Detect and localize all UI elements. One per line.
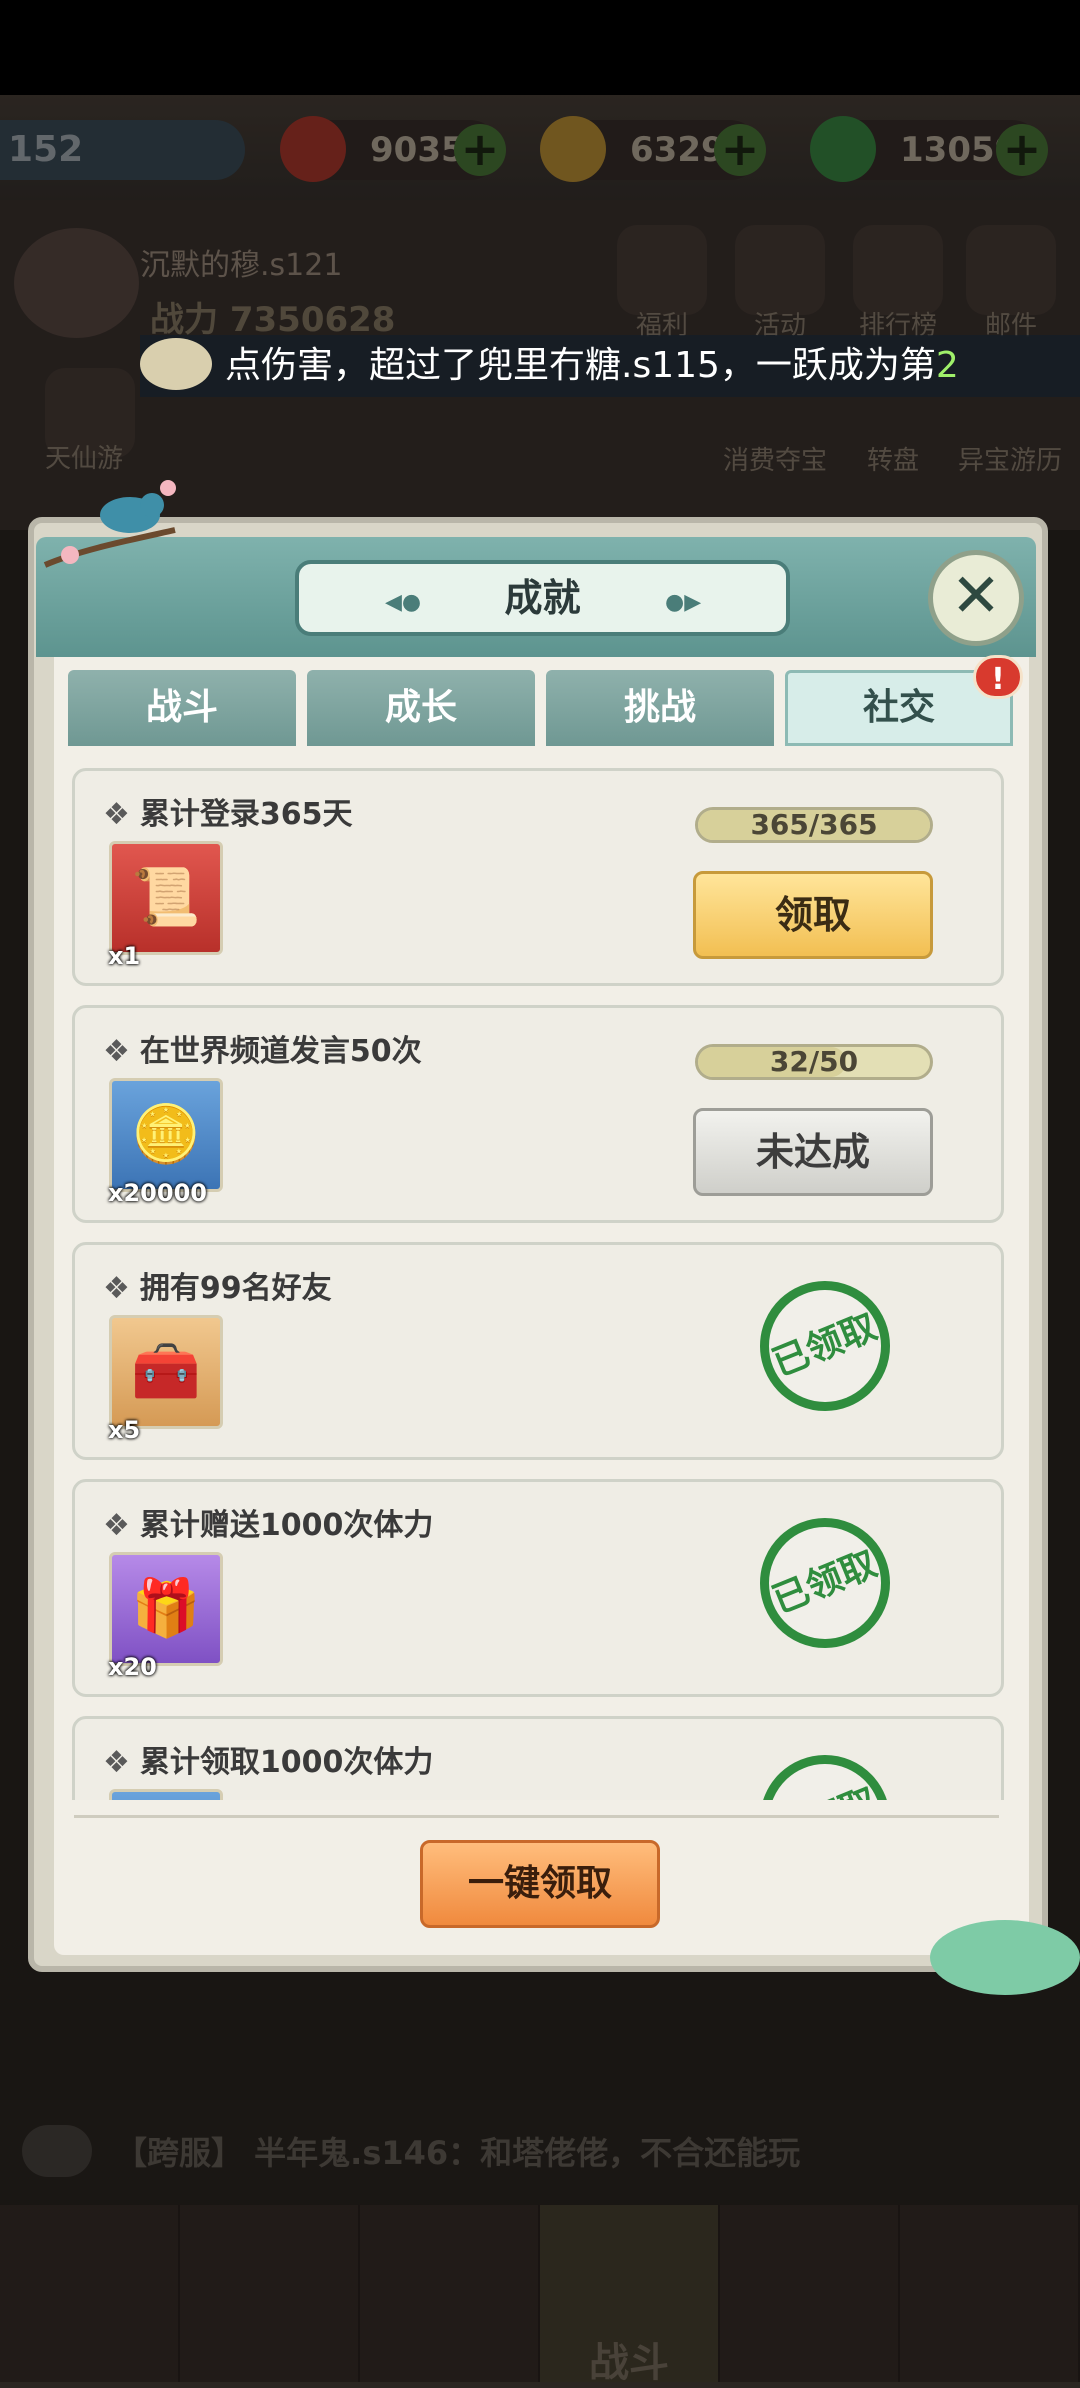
bird-branch-icon xyxy=(43,480,176,568)
gold-scroll-icon: 📜 xyxy=(131,865,201,930)
modal-title: 成就 xyxy=(504,576,581,620)
reward-item[interactable]: 🎁 x20 xyxy=(108,1552,223,1681)
not-achieved-button[interactable]: 未达成 xyxy=(693,1108,933,1196)
fish-ornament-icon: ●▶ xyxy=(665,590,702,615)
divider xyxy=(74,1815,999,1818)
claimed-stamp: 已领取 xyxy=(740,1735,910,1800)
achievement-title: ❖ 累计领取1000次体力 xyxy=(103,1745,434,1780)
reward-quantity: x20 xyxy=(108,1653,157,1681)
reward-item[interactable]: 📜 x1 xyxy=(108,841,223,970)
fish-ornament-icon: ◀● xyxy=(385,590,422,615)
claim-button[interactable]: 领取 xyxy=(693,871,933,959)
notification-badge: ! xyxy=(973,655,1023,699)
reward-item[interactable]: 🪙 x20000 xyxy=(108,1078,223,1207)
achievement-card: ❖ 累计赠送1000次体力 🎁 x20 已领取 xyxy=(72,1479,1004,1697)
purple-gift-box-icon: 🎁 xyxy=(131,1576,201,1641)
claim-all-button[interactable]: 一键领取 xyxy=(420,1840,660,1928)
achievement-card: ❖ 累计登录365天 📜 x1 365/365 领取 xyxy=(72,768,1004,986)
blue-item-icon xyxy=(112,1792,220,1800)
claimed-stamp: 已领取 xyxy=(740,1498,910,1668)
progress-bar: 365/365 xyxy=(695,807,933,843)
lily-pad-icon xyxy=(930,1920,1080,1995)
broadcast-ticker: 点伤害，超过了兜里冇糖.s115，一跃成为第2 xyxy=(140,335,1080,397)
achievement-title: ❖ 累计登录365天 xyxy=(103,797,353,832)
diamond-bullet-icon: ❖ xyxy=(103,1508,130,1543)
achievement-card: ❖ 拥有99名好友 🧰 x5 已领取 xyxy=(72,1242,1004,1460)
achievement-list[interactable]: ❖ 累计登录365天 📜 x1 365/365 领取 ❖ 在世界频道发言50次 🪙 … xyxy=(54,750,1019,1800)
tab-battle[interactable]: 战斗 xyxy=(68,670,296,746)
close-button[interactable]: ✕ xyxy=(928,550,1024,646)
progress-bar: 32/50 xyxy=(695,1044,933,1080)
diamond-bullet-icon: ❖ xyxy=(103,1271,130,1306)
diamond-bullet-icon: ❖ xyxy=(103,1745,130,1780)
reward-item[interactable]: 🧰 x5 xyxy=(108,1315,223,1444)
achievement-card: ❖ 在世界频道发言50次 🪙 x20000 32/50 未达成 xyxy=(72,1005,1004,1223)
diamond-bullet-icon: ❖ xyxy=(103,1034,130,1069)
horn-icon xyxy=(140,338,212,390)
tab-challenge[interactable]: 挑战 xyxy=(546,670,774,746)
tab-growth[interactable]: 成长 xyxy=(307,670,535,746)
claimed-stamp: 已领取 xyxy=(740,1261,910,1431)
reward-item[interactable] xyxy=(109,1789,223,1800)
reward-quantity: x5 xyxy=(108,1416,141,1444)
achievement-title: ❖ 在世界频道发言50次 xyxy=(103,1034,422,1069)
achievement-title: ❖ 累计赠送1000次体力 xyxy=(103,1508,434,1543)
gift-crate-icon: 🧰 xyxy=(131,1339,201,1404)
reward-quantity: x20000 xyxy=(108,1179,207,1207)
paw-coin-icon: 🪙 xyxy=(131,1102,201,1167)
reward-quantity: x1 xyxy=(108,942,141,970)
achievement-card: ❖累计领取1000次体力 已领取 xyxy=(72,1716,1004,1800)
diamond-bullet-icon: ❖ xyxy=(103,797,130,832)
achievement-title: ❖ 拥有99名好友 xyxy=(103,1271,332,1306)
